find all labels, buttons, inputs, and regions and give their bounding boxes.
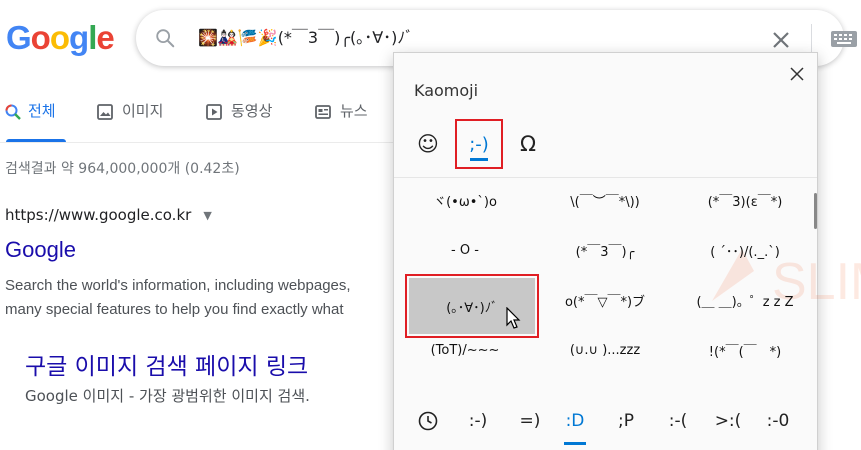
logo-letter: e xyxy=(96,19,114,56)
tab-images[interactable]: 이미지 xyxy=(96,100,163,142)
kaomoji-icon: ;-) xyxy=(469,133,489,155)
kaomoji-item[interactable]: (*￣3￣)╭ xyxy=(542,225,668,275)
result-url-text: https://www.google.co.kr xyxy=(5,206,192,224)
kaomoji-item[interactable]: (∪.∪ )...zzz xyxy=(542,325,668,375)
kaomoji-subcategory-bar: :-) =) :D ;P :-( >:( :-0 xyxy=(394,393,817,449)
news-icon xyxy=(315,105,331,119)
tab-videos[interactable]: 동영상 xyxy=(205,100,272,142)
logo-letter: l xyxy=(88,19,97,56)
kaomoji-item[interactable]: \(￣︶￣*\)) xyxy=(542,175,668,225)
symbols-icon: Ω xyxy=(519,132,537,156)
subcategory-tab[interactable]: :-( xyxy=(662,403,694,439)
caret-down-icon[interactable]: ▼ xyxy=(203,209,211,222)
result-url[interactable]: https://www.google.co.kr ▼ xyxy=(5,206,212,224)
video-icon xyxy=(206,104,222,120)
tabs-divider xyxy=(0,142,400,143)
logo-letter: g xyxy=(69,19,89,56)
image-icon xyxy=(97,104,113,120)
kaomoji-item[interactable]: - O - xyxy=(402,225,528,275)
smiley-icon: ☺ xyxy=(417,132,439,156)
logo-letter: o xyxy=(49,19,70,56)
emoji-panel: Kaomoji ☺ ;-) Ω SLIM ヾ(•ω•`)o \(￣︶￣*\)) … xyxy=(393,52,861,450)
category-symbols[interactable]: Ω xyxy=(506,119,550,169)
kaomoji-item[interactable]: (*￣3)(ε￣*) xyxy=(682,175,808,225)
category-kaomoji[interactable]: ;-) xyxy=(455,119,503,169)
subcategory-tab-active[interactable]: :D xyxy=(560,403,590,445)
close-icon[interactable] xyxy=(789,66,805,82)
clock-icon xyxy=(418,411,438,431)
search-divider xyxy=(811,24,812,54)
search-results-page: Google 🎇🎎🎏🎉(*￣3￣)╭(｡･∀･)ﾉﾞ 전체 이미지 동영상 뉴스… xyxy=(0,0,861,450)
clear-icon[interactable] xyxy=(769,28,793,52)
tab-label: 이미지 xyxy=(122,102,164,120)
search-icon xyxy=(5,104,21,120)
result-title-link[interactable]: Google xyxy=(5,237,76,263)
sitelink-title-link[interactable]: 구글 이미지 검색 페이지 링크 xyxy=(25,347,308,381)
subcategory-tab[interactable]: =) xyxy=(516,403,544,439)
search-input[interactable]: 🎇🎎🎏🎉(*￣3￣)╭(｡･∀･)ﾉﾞ xyxy=(198,26,413,50)
category-emoji[interactable]: ☺ xyxy=(406,119,450,169)
keyboard-icon[interactable] xyxy=(830,30,858,48)
google-logo[interactable]: Google xyxy=(6,18,115,58)
search-icon xyxy=(156,29,175,48)
snippet-line: many special features to help you find e… xyxy=(5,301,344,318)
kaomoji-item[interactable]: !(*￣(￣ *) xyxy=(682,325,808,375)
result-snippet: Search the world's information, includin… xyxy=(5,274,395,322)
mouse-pointer-icon xyxy=(506,307,521,329)
tab-label: 전체 xyxy=(28,102,56,120)
tab-news[interactable]: 뉴스 xyxy=(314,100,368,142)
logo-letter: G xyxy=(6,19,32,56)
panel-title: Kaomoji xyxy=(414,81,479,100)
tab-all[interactable]: 전체 xyxy=(4,100,66,142)
subcategory-tab[interactable]: >:( xyxy=(712,403,744,439)
subcategory-tab[interactable]: ;P xyxy=(612,403,640,439)
kaomoji-item[interactable]: (＿ ＿)。゜z z Z xyxy=(682,275,808,325)
subcategory-tab[interactable]: :-) xyxy=(462,403,494,439)
kaomoji-item[interactable]: o(*￣▽￣*)ブ xyxy=(542,275,668,325)
result-stats: 검색결과 약 964,000,000개 (0.42초) xyxy=(5,161,240,177)
snippet-line: Search the world's information, includin… xyxy=(5,277,351,294)
kaomoji-item[interactable]: ( ´･･)/(._.`) xyxy=(682,225,808,275)
subcategory-tab[interactable]: :-0 xyxy=(762,403,794,439)
sitelink-snippet: Google 이미지 - 가장 광범위한 이미지 검색. xyxy=(25,387,310,405)
panel-scrollbar[interactable] xyxy=(814,193,817,229)
logo-letter: o xyxy=(30,19,51,56)
recent-tab[interactable] xyxy=(414,403,442,439)
kaomoji-item[interactable]: ヾ(•ω•`)o xyxy=(402,175,528,225)
tab-label: 뉴스 xyxy=(340,102,368,120)
tab-label: 동영상 xyxy=(231,102,273,120)
